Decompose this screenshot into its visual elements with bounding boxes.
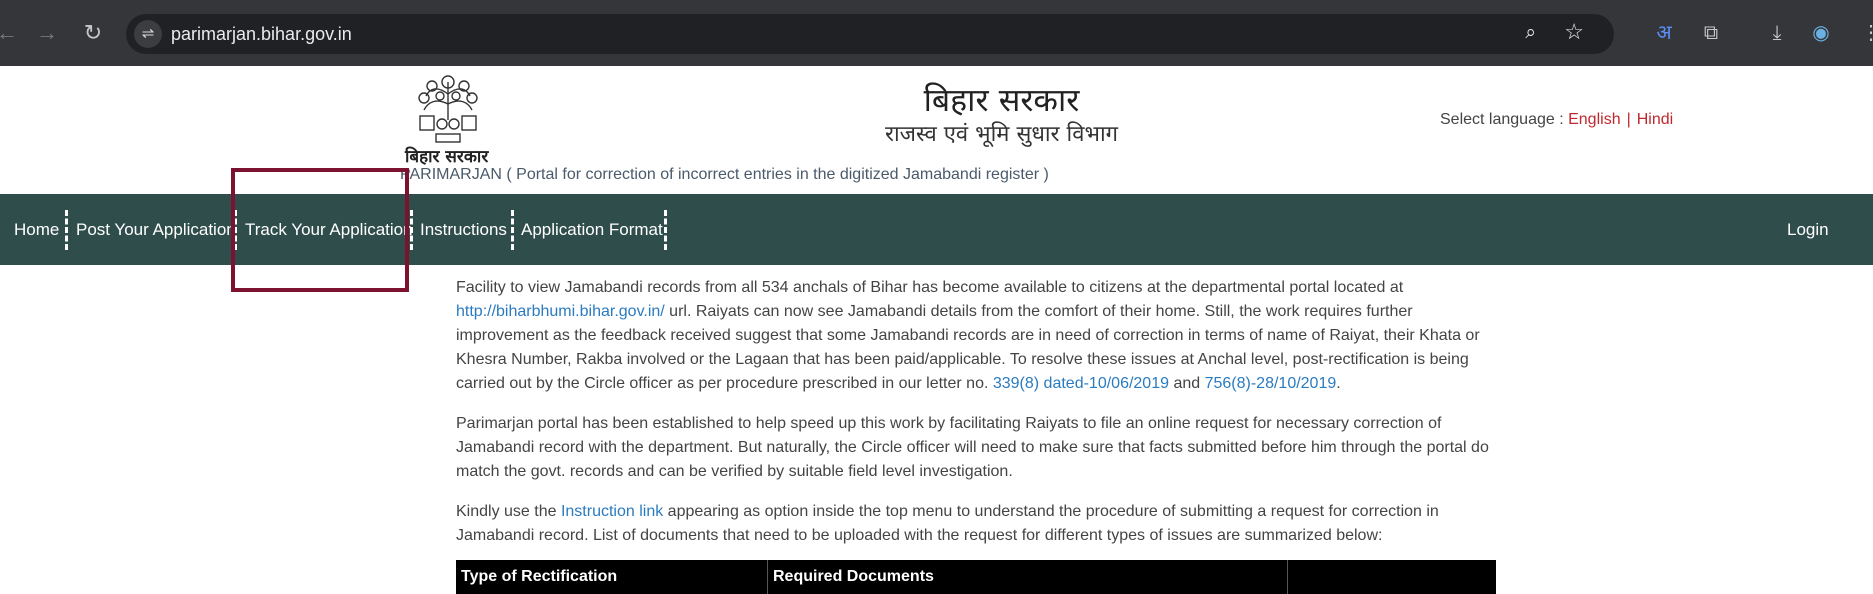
intro-end: .: [1336, 375, 1341, 392]
translate-icon[interactable]: अ: [1649, 18, 1679, 48]
intro-and: and: [1169, 375, 1205, 392]
language-label: Select language :: [1440, 111, 1564, 128]
letter-link-2[interactable]: 756(8)-28/10/2019: [1205, 375, 1337, 392]
intro-text-a: Facility to view Jamabandi records from …: [456, 279, 1404, 296]
documents-table-header: Type of Rectification Required Documents: [456, 560, 1496, 594]
language-separator: |: [1626, 111, 1631, 128]
url-text[interactable]: parimarjan.bihar.gov.in: [171, 24, 352, 45]
extensions-icon[interactable]: ⧉: [1696, 18, 1726, 48]
nav-instructions[interactable]: Instructions: [420, 194, 507, 265]
nav-home[interactable]: Home: [14, 194, 59, 265]
instruction-paragraph: Kindly use the Instruction link appearin…: [456, 500, 1496, 548]
instruction-link[interactable]: Instruction link: [561, 503, 663, 520]
download-icon[interactable]: ⤓: [1762, 18, 1792, 48]
bookmark-star-icon[interactable]: ☆: [1564, 19, 1584, 45]
address-bar[interactable]: ⇌ parimarjan.bihar.gov.in ⌕ ☆: [126, 14, 1614, 54]
nav-application-format[interactable]: Application Format: [521, 194, 663, 265]
nav-divider: [664, 210, 667, 250]
site-info-icon[interactable]: ⇌: [134, 20, 162, 48]
zoom-icon[interactable]: ⌕: [1525, 22, 1536, 44]
track-application-highlight: [231, 168, 409, 292]
table-header-type: Type of Rectification: [461, 568, 618, 585]
browser-toolbar: ← → ↻ ⇌ parimarjan.bihar.gov.in ⌕ ☆ अ ⧉ …: [0, 0, 1873, 66]
portal-subtitle: PARIMARJAN ( Portal for correction of in…: [400, 166, 1049, 183]
table-header-extra: [1287, 560, 1496, 594]
reload-button[interactable]: ↻: [78, 18, 108, 48]
table-header-documents: Required Documents: [767, 560, 1287, 594]
back-button[interactable]: ←: [0, 18, 22, 48]
instruction-text-a: Kindly use the: [456, 503, 561, 520]
language-hindi-link[interactable]: Hindi: [1637, 111, 1673, 128]
nav-divider: [410, 210, 413, 250]
intro-paragraph: Facility to view Jamabandi records from …: [456, 276, 1496, 396]
profile-icon[interactable]: ◉: [1806, 18, 1836, 48]
biharbhumi-link[interactable]: http://biharbhumi.bihar.gov.in/: [456, 303, 665, 320]
nav-divider: [65, 210, 68, 250]
forward-button[interactable]: →: [32, 18, 62, 48]
main-content: Facility to view Jamabandi records from …: [456, 276, 1496, 564]
nav-login[interactable]: Login: [1787, 194, 1829, 265]
language-english-link[interactable]: English: [1568, 111, 1620, 128]
nav-divider: [511, 210, 514, 250]
letter-link-1[interactable]: 339(8) dated-10/06/2019: [993, 375, 1169, 392]
language-selector: Select language : English | Hindi: [1440, 111, 1673, 129]
portal-paragraph: Parimarjan portal has been established t…: [456, 415, 1489, 480]
browser-menu-icon[interactable]: ⋮: [1856, 18, 1873, 48]
nav-post-application[interactable]: Post Your Application: [76, 194, 236, 265]
